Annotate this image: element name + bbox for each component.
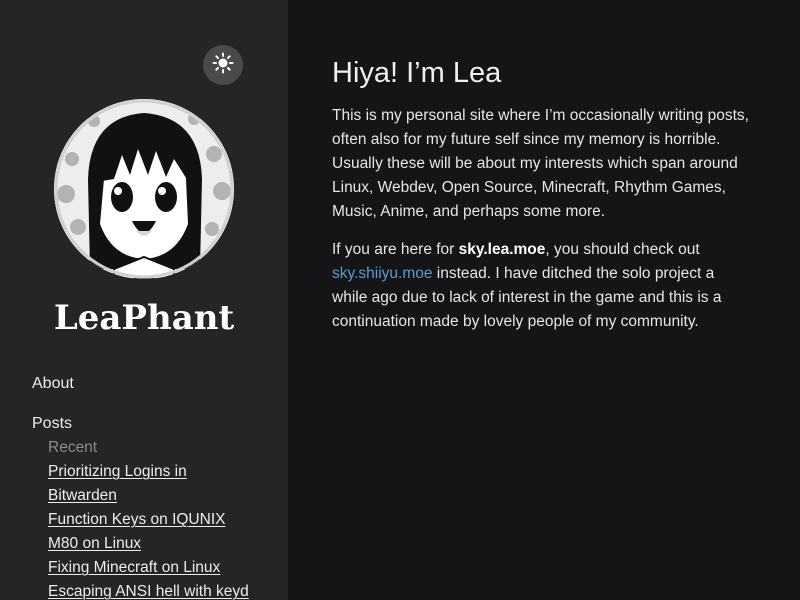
old-domain: sky.lea.moe	[458, 241, 546, 258]
post-link[interactable]: Prioritizing Logins in Bitwarden	[48, 460, 208, 508]
sun-icon	[212, 52, 234, 78]
theme-toggle-button[interactable]	[203, 45, 243, 85]
new-site-link[interactable]: sky.shiiyu.moe	[332, 265, 433, 282]
post-link[interactable]: Escaping ANSI hell with keyd	[48, 580, 272, 600]
main-content: Hiya! I’m Lea This is my personal site w…	[332, 52, 752, 348]
post-link[interactable]: M80 on Linux	[48, 532, 272, 556]
sidebar: LeaPhant About Posts Recent Prioritizing…	[0, 0, 288, 600]
posts-submenu: Recent Prioritizing Logins in Bitwarden …	[32, 436, 272, 600]
redirect-paragraph: If you are here for sky.lea.moe, you sho…	[332, 238, 752, 334]
page-heading: Hiya! I’m Lea	[332, 57, 502, 89]
site-title[interactable]: LeaPhant	[0, 294, 288, 342]
redirect-text-start: If you are here for	[332, 241, 459, 258]
sidebar-nav: About Posts Recent Prioritizing Logins i…	[32, 372, 272, 600]
intro-paragraph: This is my personal site where I’m occas…	[332, 107, 749, 220]
post-link[interactable]: Function Keys on IQUNIX	[48, 508, 272, 532]
nav-item-about[interactable]: About	[32, 372, 272, 396]
avatar-image	[54, 99, 234, 279]
nav-item-posts[interactable]: Posts	[32, 412, 272, 436]
recent-label: Recent	[48, 439, 98, 456]
post-link[interactable]: Fixing Minecraft on Linux	[48, 556, 272, 580]
redirect-text-mid: , you should check out	[545, 241, 700, 258]
page: LeaPhant About Posts Recent Prioritizing…	[0, 0, 800, 600]
avatar	[54, 99, 234, 279]
